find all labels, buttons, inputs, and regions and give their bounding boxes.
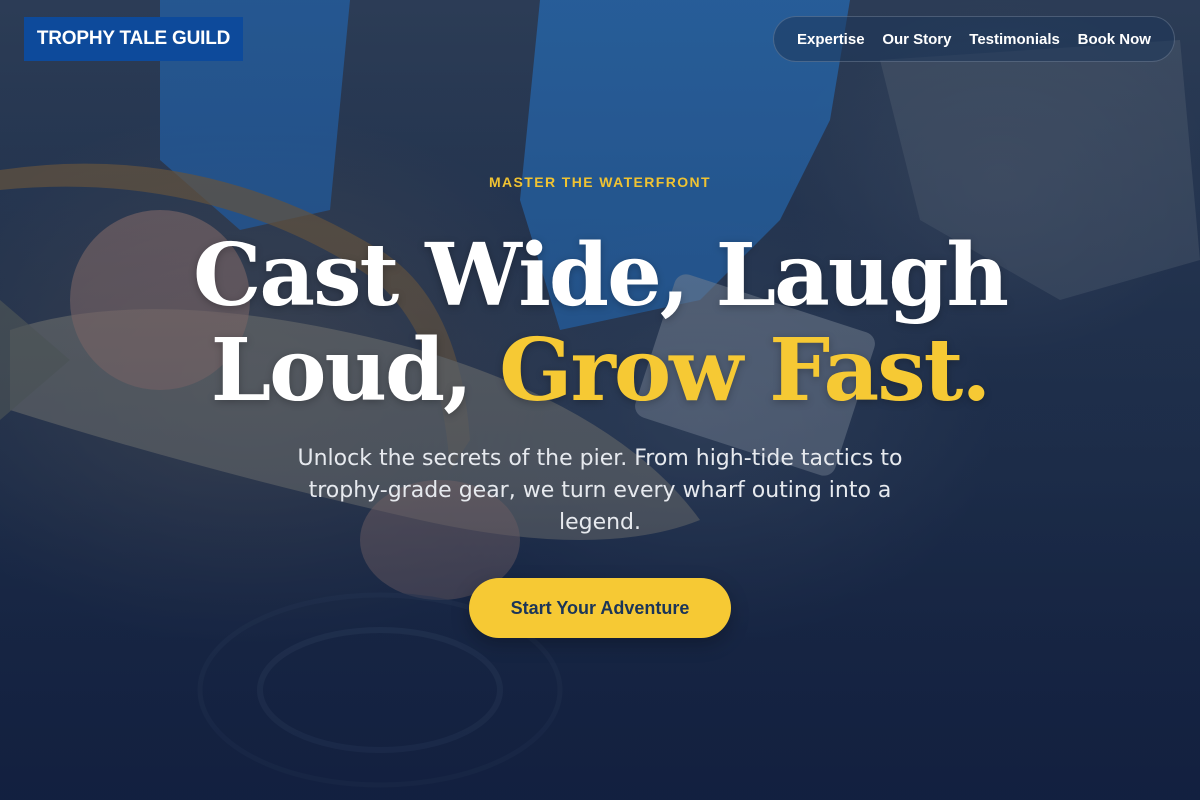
- hero-subcopy: Unlock the secrets of the pier. From hig…: [297, 446, 903, 535]
- headline-line-1: Cast Wide, Laugh: [192, 225, 1009, 326]
- hero-headline: Cast Wide, Laugh Loud, Grow Fast.: [0, 228, 1200, 418]
- headline-accent: Grow Fast.: [499, 320, 991, 421]
- brand-logo[interactable]: TROPHY TALE GUILD: [24, 17, 243, 61]
- hero-eyebrow: MASTER THE WATERFRONT: [488, 174, 712, 190]
- nav-link-testimonials[interactable]: Testimonials: [969, 31, 1060, 48]
- nav-link-our-story[interactable]: Our Story: [882, 31, 951, 48]
- main-navigation: Expertise Our Story Testimonials Book No…: [773, 16, 1175, 62]
- nav-link-book-now[interactable]: Book Now: [1078, 31, 1151, 48]
- start-adventure-button[interactable]: Start Your Adventure: [469, 578, 731, 638]
- nav-link-expertise[interactable]: Expertise: [797, 31, 865, 48]
- headline-line-2: Loud,: [210, 320, 500, 421]
